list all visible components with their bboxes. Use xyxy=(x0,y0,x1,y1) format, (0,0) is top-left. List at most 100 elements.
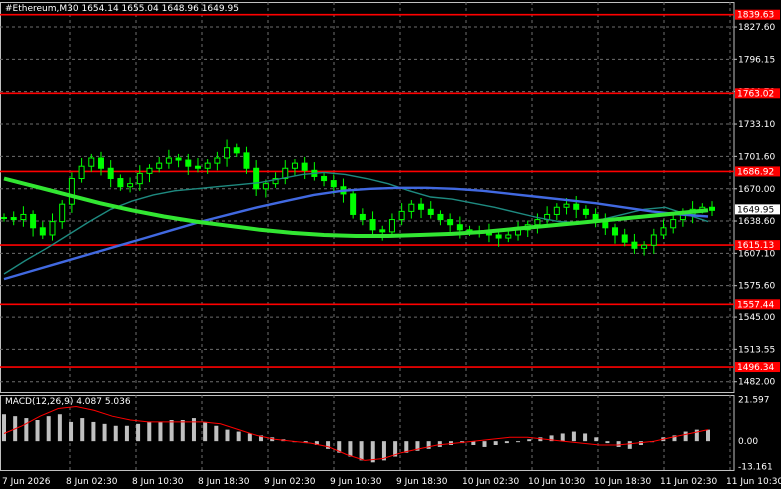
candle-body xyxy=(1,217,7,220)
candle-body xyxy=(214,157,221,164)
candle-body xyxy=(573,203,580,210)
trading-chart[interactable]: 7 Jun 2026 8 Jun 02:30 8 Jun 10:30 8 Jun 18… xyxy=(0,0,781,489)
macd-histogram-bar xyxy=(605,441,610,444)
macd-histogram-bar xyxy=(2,414,6,442)
macd-histogram-bar xyxy=(46,416,51,442)
candle-body xyxy=(127,183,134,188)
price-tick-label: 1575.60 xyxy=(738,282,775,292)
macd-title: MACD(12,26,9) 4.087 5.036 xyxy=(5,397,131,407)
level-label: 1763.02 xyxy=(737,89,774,99)
macd-histogram-bar xyxy=(594,437,599,442)
macd-histogram-bar xyxy=(214,425,219,442)
macd-histogram-bar xyxy=(147,421,152,442)
price-tick-label: 1545.00 xyxy=(738,313,775,323)
candle-body xyxy=(253,167,260,190)
candle-body xyxy=(165,157,172,164)
macd-histogram-bar xyxy=(57,414,62,442)
price-tick-label: 1670.00 xyxy=(738,185,775,195)
candle-body xyxy=(233,147,240,154)
candle-body xyxy=(388,219,395,233)
time-tick-label: 11 Jun 02:30 xyxy=(660,477,717,487)
level-label: 1496.34 xyxy=(737,363,774,373)
candle-body xyxy=(602,221,609,229)
candle-body xyxy=(427,208,434,215)
time-tick-label: 11 Jun 10:30 xyxy=(726,477,781,487)
candle-body xyxy=(68,178,75,205)
candle-body xyxy=(447,219,454,226)
macd-histogram-bar xyxy=(24,418,29,442)
macd-tick-label: -13.161 xyxy=(738,462,773,472)
macd-histogram-bar xyxy=(80,418,85,442)
macd-histogram-bar xyxy=(35,420,40,442)
candle-body xyxy=(194,165,201,169)
price-tick-label: 1638.60 xyxy=(738,217,775,227)
candle-body xyxy=(146,167,153,174)
macd-histogram-bar xyxy=(180,420,185,442)
candle-body xyxy=(379,229,386,233)
candle-body xyxy=(204,162,211,169)
candle-body xyxy=(301,162,308,171)
level-label: 1839.63 xyxy=(737,11,774,21)
candle-body xyxy=(20,213,27,221)
candle-body xyxy=(709,206,715,211)
time-tick-label: 10 Jun 18:30 xyxy=(594,477,651,487)
candle-body xyxy=(262,183,269,190)
macd-tick-label: 0.00 xyxy=(738,437,758,447)
candle-body xyxy=(650,234,657,246)
candle-body xyxy=(505,234,512,239)
macd-histogram-bar xyxy=(426,441,431,449)
macd-histogram-bar xyxy=(91,421,96,442)
macd-histogram-bar xyxy=(527,439,532,442)
candle-body xyxy=(582,208,589,215)
macd-histogram-bar xyxy=(136,423,141,442)
macd-histogram-bar xyxy=(203,421,208,442)
price-tick-label: 1482.00 xyxy=(738,378,775,388)
macd-histogram-bar xyxy=(560,433,565,442)
candle-body xyxy=(330,180,337,188)
macd-histogram-bar xyxy=(359,441,364,461)
time-tick-label: 10 Jun 10:30 xyxy=(528,477,585,487)
macd-histogram-bar xyxy=(493,441,498,445)
macd-histogram-bar xyxy=(113,425,118,442)
macd-histogram-bar xyxy=(516,441,521,443)
candle-body xyxy=(243,152,250,169)
candle-body xyxy=(10,217,17,221)
macd-histogram-bar xyxy=(348,441,353,457)
time-tick-label: 9 Jun 10:30 xyxy=(330,477,382,487)
main-pane-frame xyxy=(0,2,735,393)
macd-histogram-bar xyxy=(683,431,688,442)
price-tick-label: 1796.15 xyxy=(738,55,775,65)
candle-body xyxy=(670,219,677,229)
candle-body xyxy=(563,203,570,208)
chart-title: #Ethereum,M30 1654.14 1655.04 1648.96 16… xyxy=(5,4,239,14)
time-tick-label: 10 Jun 02:30 xyxy=(462,477,519,487)
candle-body xyxy=(621,234,628,243)
candle-body xyxy=(291,162,298,169)
price-tick-label: 1701.60 xyxy=(738,152,775,162)
time-tick-label: 8 Jun 10:30 xyxy=(132,477,184,487)
level-label: 1686.92 xyxy=(737,167,774,177)
candle-body xyxy=(350,193,357,215)
candle-body xyxy=(408,203,415,212)
price-tick-label: 1827.60 xyxy=(738,23,775,33)
price-tick-label: 1733.10 xyxy=(738,120,775,130)
macd-histogram-bar xyxy=(627,441,632,449)
macd-histogram-bar xyxy=(102,423,107,442)
candle-body xyxy=(88,157,95,167)
candle-body xyxy=(175,157,182,161)
candle-body xyxy=(495,234,502,239)
candle-body xyxy=(369,219,376,231)
candle-body xyxy=(612,227,619,236)
macd-histogram-bar xyxy=(69,421,74,442)
candle-body xyxy=(117,178,124,188)
candle-body xyxy=(39,227,46,236)
candle-body xyxy=(156,162,163,169)
time-tick-label: 8 Jun 18:30 xyxy=(198,477,250,487)
macd-tick-label: 21.597 xyxy=(738,396,770,406)
level-label: 1615.13 xyxy=(737,241,774,251)
macd-histogram-bar xyxy=(247,433,252,442)
candle-body xyxy=(398,210,405,221)
time-tick-label: 7 Jun 2026 xyxy=(2,477,51,487)
candle-body xyxy=(321,175,328,182)
candle-body xyxy=(641,244,648,249)
